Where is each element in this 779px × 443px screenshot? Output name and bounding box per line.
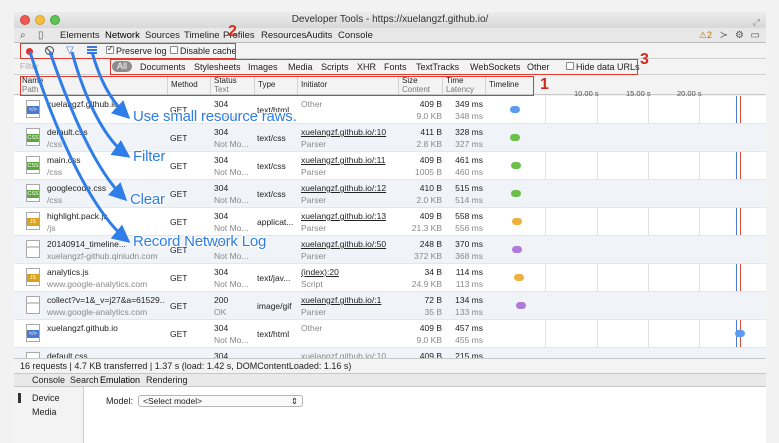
note-filter: Filter <box>133 148 166 165</box>
arrow-small-rows <box>90 51 131 120</box>
arrow-filter <box>70 51 131 158</box>
arrow-record <box>28 51 131 243</box>
arrow-clear <box>48 51 128 202</box>
screenshot-root: Developer Tools - https://xuelangzf.gith… <box>0 0 779 443</box>
note-record: Record Network Log <box>133 233 267 250</box>
note-clear: Clear <box>130 191 165 208</box>
note-small-rows: Use small resource raws. <box>133 108 297 125</box>
annotation-arrows <box>28 51 131 243</box>
